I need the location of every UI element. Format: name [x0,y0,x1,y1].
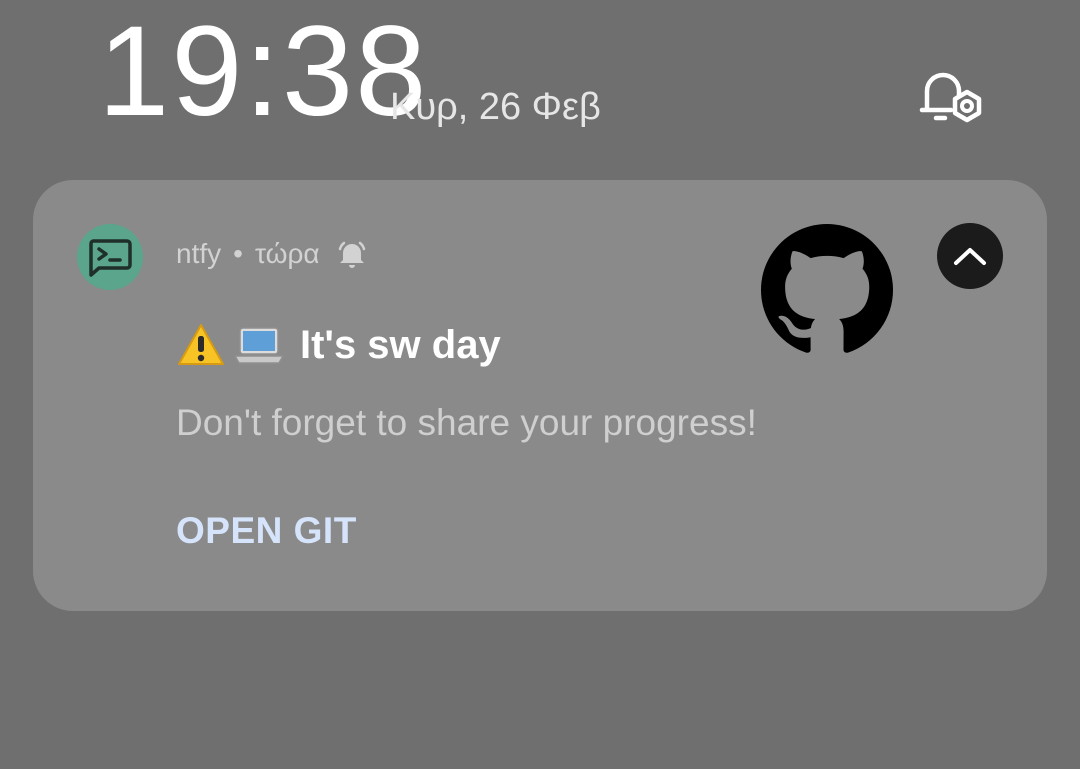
notification-card[interactable]: ntfy • τώρα It's sw day Don't forget to … [33,180,1047,611]
notification-header: ntfy • τώρα [176,238,368,270]
chevron-up-icon [954,248,986,265]
lockscreen-date: Κυρ, 26 Φεβ [390,86,601,128]
lockscreen-clock: 19:38 [98,0,429,143]
notification-message: Don't forget to share your progress! [176,402,757,443]
bell-icon [336,238,368,270]
header-separator: • [233,238,243,269]
terminal-icon [89,239,132,277]
github-icon [761,224,893,356]
app-name: ntfy [176,238,222,269]
laptop-emoji [232,322,286,368]
notification-time: τώρα [254,238,320,269]
warning-emoji [176,322,226,368]
notification-title: It's sw day [176,322,501,368]
alarm-settings-icon[interactable] [915,63,990,133]
ntfy-app-icon [77,224,143,290]
collapse-button[interactable] [937,223,1003,289]
title-text: It's sw day [300,322,501,367]
open-git-button[interactable]: OPEN GIT [176,510,357,552]
